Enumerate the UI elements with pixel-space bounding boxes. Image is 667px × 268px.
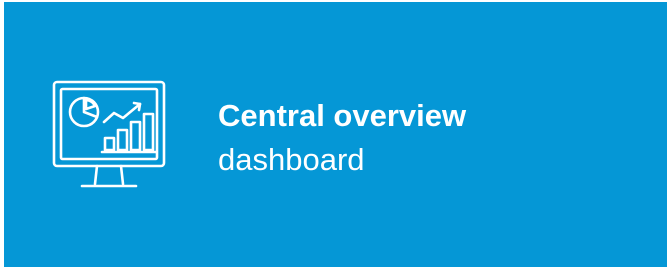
card-title: Central overview [218, 98, 467, 133]
monitor-chart-icon [50, 76, 168, 194]
feature-card: Central overview dashboard [4, 2, 667, 267]
card-subtitle: dashboard [218, 142, 365, 177]
